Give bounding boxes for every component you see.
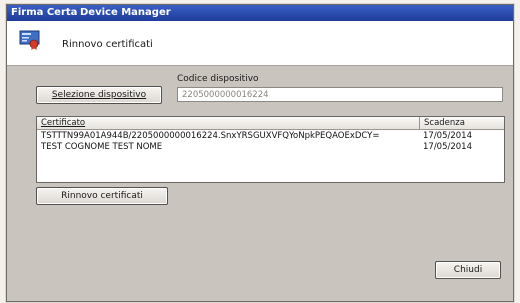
device-code-field[interactable] bbox=[177, 87, 503, 102]
expiry-cell: 17/05/2014 bbox=[423, 142, 472, 152]
module-title: Device Manager bbox=[80, 7, 171, 18]
certificates-table[interactable]: Certificato Scadenza TSTTTN99A01A944B/22… bbox=[36, 116, 505, 183]
certificate-card-icon bbox=[19, 30, 40, 50]
device-code-label: Codice dispositivo bbox=[177, 74, 259, 84]
close-button[interactable]: Chiudi bbox=[435, 261, 501, 279]
table-header: Certificato Scadenza bbox=[37, 117, 504, 130]
table-row[interactable]: TSTTTN99A01A944B/2205000000016224.SnxYRS… bbox=[37, 131, 504, 142]
page-title: Rinnovo certificati bbox=[62, 39, 153, 50]
certificate-cell: TSTTTN99A01A944B/2205000000016224.SnxYRS… bbox=[41, 131, 380, 141]
device-manager-window: Firma Certa Device Manager Rinnovo certi… bbox=[6, 4, 514, 302]
certificate-cell: TEST COGNOME TEST NOME bbox=[41, 142, 163, 152]
column-header-certificate[interactable]: Certificato bbox=[41, 117, 85, 129]
expiry-cell: 17/05/2014 bbox=[423, 131, 472, 141]
dialog-header: Rinnovo certificati bbox=[7, 21, 513, 66]
app-title: Firma Certa bbox=[11, 7, 78, 18]
select-device-button[interactable]: Selezione dispositivo bbox=[36, 86, 162, 104]
table-row[interactable]: TEST COGNOME TEST NOME 17/05/2014 bbox=[37, 142, 504, 153]
column-header-expiry[interactable]: Scadenza bbox=[419, 117, 465, 129]
window-titlebar[interactable]: Firma Certa Device Manager bbox=[7, 5, 513, 21]
renew-certificates-button[interactable]: Rinnovo certificati bbox=[36, 187, 168, 205]
